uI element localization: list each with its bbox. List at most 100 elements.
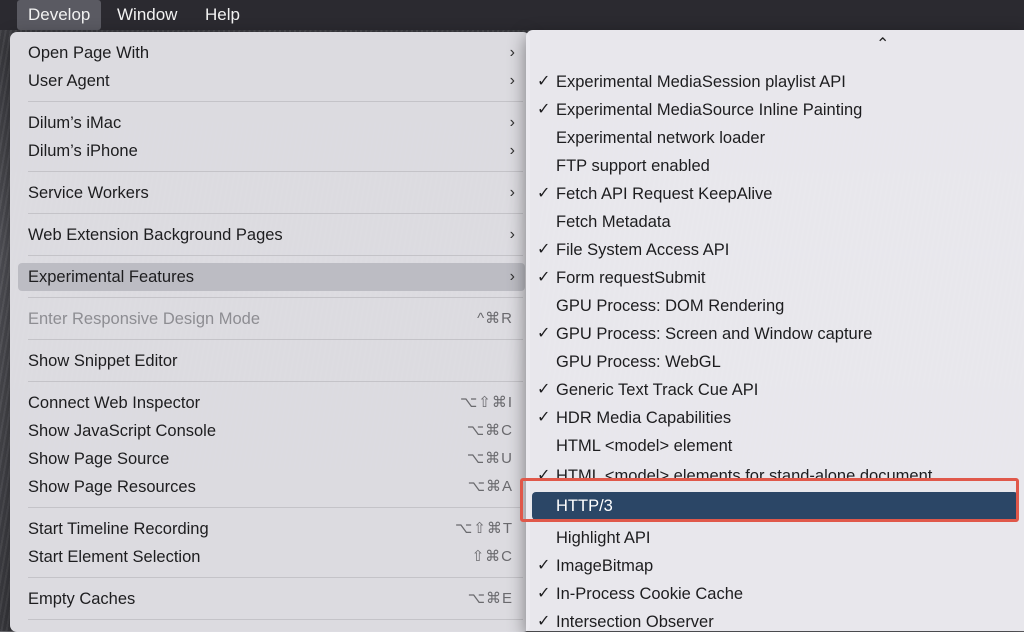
feature-item-label: Experimental MediaSource Inline Painting <box>556 101 863 119</box>
menu-item-start-element-selection[interactable]: Start Element Selection ⇧⌘C <box>18 543 525 571</box>
chevron-right-icon: › <box>509 184 515 201</box>
shortcut-label: ⌥⇧⌘T <box>454 520 513 537</box>
checkmark-icon: ✓ <box>537 269 551 286</box>
menu-item-label: Service Workers <box>28 184 149 202</box>
feature-item[interactable]: Fetch Metadata <box>526 208 1024 236</box>
menu-separator <box>28 339 523 340</box>
menu-separator <box>28 577 523 578</box>
menu-item-label: Empty Caches <box>28 590 136 608</box>
menu-separator <box>28 213 523 214</box>
chevron-right-icon: › <box>509 44 515 61</box>
highlight-annotation-box <box>520 478 1019 522</box>
feature-item-label: GPU Process: Screen and Window capture <box>556 325 873 343</box>
menu-item-service-workers[interactable]: Service Workers › <box>18 179 525 207</box>
menu-separator <box>28 171 523 172</box>
shortcut-label: ^⌘R <box>477 310 513 327</box>
menu-item-label: Start Element Selection <box>28 548 201 566</box>
feature-item-label: Highlight API <box>556 529 651 547</box>
menu-item-enter-responsive-design-mode: Enter Responsive Design Mode ^⌘R <box>18 305 525 333</box>
feature-item[interactable]: Experimental network loader <box>526 124 1024 152</box>
feature-item[interactable]: Highlight API <box>526 524 1024 552</box>
menu-help[interactable]: Help <box>194 0 251 30</box>
feature-item[interactable]: ✓ File System Access API <box>526 236 1024 264</box>
menu-item-web-extension-background-pages[interactable]: Web Extension Background Pages › <box>18 221 525 249</box>
shortcut-label: ⌥⇧⌘I <box>459 394 513 411</box>
shortcut-label: ⌥⌘E <box>467 590 513 607</box>
checkmark-icon: ✓ <box>537 381 551 398</box>
menu-separator <box>28 381 523 382</box>
feature-item[interactable]: GPU Process: WebGL <box>526 348 1024 376</box>
menu-item-show-page-source[interactable]: Show Page Source ⌥⌘U <box>18 445 525 473</box>
menu-separator <box>28 619 523 620</box>
menu-bar-edge <box>0 8 4 22</box>
feature-item-label: FTP support enabled <box>556 157 710 175</box>
menu-separator <box>28 297 523 298</box>
menu-item-label: Show Page Source <box>28 450 170 468</box>
scroll-up-icon[interactable]: ⌃ <box>876 34 889 54</box>
feature-item[interactable]: ✓ Intersection Observer <box>526 608 1024 631</box>
feature-item[interactable]: ✓ In-Process Cookie Cache <box>526 580 1024 608</box>
menu-item-label: Open Page With <box>28 44 150 62</box>
checkmark-icon: ✓ <box>537 585 551 602</box>
menu-bar: Develop Window Help <box>0 0 1024 30</box>
menu-item-experimental-features[interactable]: Experimental Features › <box>18 263 525 291</box>
shortcut-label: ⌥⌘C <box>466 422 513 439</box>
feature-item-label: GPU Process: DOM Rendering <box>556 297 785 315</box>
feature-item[interactable]: ✓ HTML <model> elements for stand-alone d… <box>526 462 1024 478</box>
menu-window[interactable]: Window <box>106 0 188 30</box>
menu-item-dilums-iphone[interactable]: Dilum’s iPhone › <box>18 137 525 165</box>
menu-item-connect-web-inspector[interactable]: Connect Web Inspector ⌥⇧⌘I <box>18 389 525 417</box>
feature-item-label: HTML <model> elements for stand-alone do… <box>556 467 933 478</box>
feature-item[interactable]: ✓ Experimental MediaSource Inline Paintin… <box>526 96 1024 124</box>
menu-item-label: Enter Responsive Design Mode <box>28 310 261 328</box>
menu-item-label: Connect Web Inspector <box>28 394 201 412</box>
menu-item-show-javascript-console[interactable]: Show JavaScript Console ⌥⌘C <box>18 417 525 445</box>
develop-menu: Open Page With › User Agent › Dilum’s iM… <box>10 32 530 632</box>
menu-item-label: User Agent <box>28 72 110 90</box>
chevron-right-icon: › <box>509 142 515 159</box>
feature-item[interactable]: FTP support enabled <box>526 152 1024 180</box>
feature-item[interactable]: ✓ HDR Media Capabilities <box>526 404 1024 432</box>
feature-item-label: Intersection Observer <box>556 613 714 631</box>
feature-item[interactable]: ✓ ImageBitmap <box>526 552 1024 580</box>
checkmark-icon: ✓ <box>537 613 551 630</box>
menu-item-start-timeline-recording[interactable]: Start Timeline Recording ⌥⇧⌘T <box>18 515 525 543</box>
menu-item-empty-caches[interactable]: Empty Caches ⌥⌘E <box>18 585 525 613</box>
checkmark-icon: ✓ <box>537 325 551 342</box>
feature-item[interactable]: ✓ GPU Process: Screen and Window capture <box>526 320 1024 348</box>
menu-item-label: Dilum’s iPhone <box>28 142 138 160</box>
feature-item-label: HTML <model> element <box>556 437 733 455</box>
menu-item-open-page-with[interactable]: Open Page With › <box>18 39 525 67</box>
menu-item-dilums-imac[interactable]: Dilum’s iMac › <box>18 109 525 137</box>
feature-item-label: HDR Media Capabilities <box>556 409 732 427</box>
checkmark-icon: ✓ <box>537 185 551 202</box>
menu-item-show-snippet-editor[interactable]: Show Snippet Editor <box>18 347 525 375</box>
checkmark-icon: ✓ <box>537 557 551 574</box>
menu-develop[interactable]: Develop <box>17 0 102 30</box>
feature-item-label: Fetch Metadata <box>556 213 671 231</box>
feature-item[interactable]: ✓ Experimental MediaSession playlist API <box>526 68 1024 96</box>
feature-item[interactable]: ✓ Form requestSubmit <box>526 264 1024 292</box>
feature-item[interactable]: ✓ Fetch API Request KeepAlive <box>526 180 1024 208</box>
menu-item-user-agent[interactable]: User Agent › <box>18 67 525 95</box>
feature-item[interactable]: ✓ Generic Text Track Cue API <box>526 376 1024 404</box>
feature-item-label: GPU Process: WebGL <box>556 353 721 371</box>
shortcut-label: ⌥⌘A <box>467 478 513 495</box>
chevron-right-icon: › <box>509 72 515 89</box>
feature-item[interactable]: GPU Process: DOM Rendering <box>526 292 1024 320</box>
menu-item-label: Web Extension Background Pages <box>28 226 283 244</box>
checkmark-icon: ✓ <box>537 409 551 426</box>
feature-item-label: Experimental MediaSession playlist API <box>556 73 846 91</box>
checkmark-icon: ✓ <box>537 467 551 478</box>
menu-item-label: Show JavaScript Console <box>28 422 217 440</box>
chevron-right-icon: › <box>509 226 515 243</box>
feature-item-label: Form requestSubmit <box>556 269 706 287</box>
checkmark-icon: ✓ <box>537 101 551 118</box>
feature-item-label: In-Process Cookie Cache <box>556 585 744 603</box>
shortcut-label: ⌥⌘U <box>466 450 513 467</box>
feature-item-label: Fetch API Request KeepAlive <box>556 185 773 203</box>
chevron-right-icon: › <box>509 268 515 285</box>
menu-item-show-page-resources[interactable]: Show Page Resources ⌥⌘A <box>18 473 525 501</box>
feature-item-label: Generic Text Track Cue API <box>556 381 759 399</box>
feature-item[interactable]: HTML <model> element <box>526 432 1024 460</box>
